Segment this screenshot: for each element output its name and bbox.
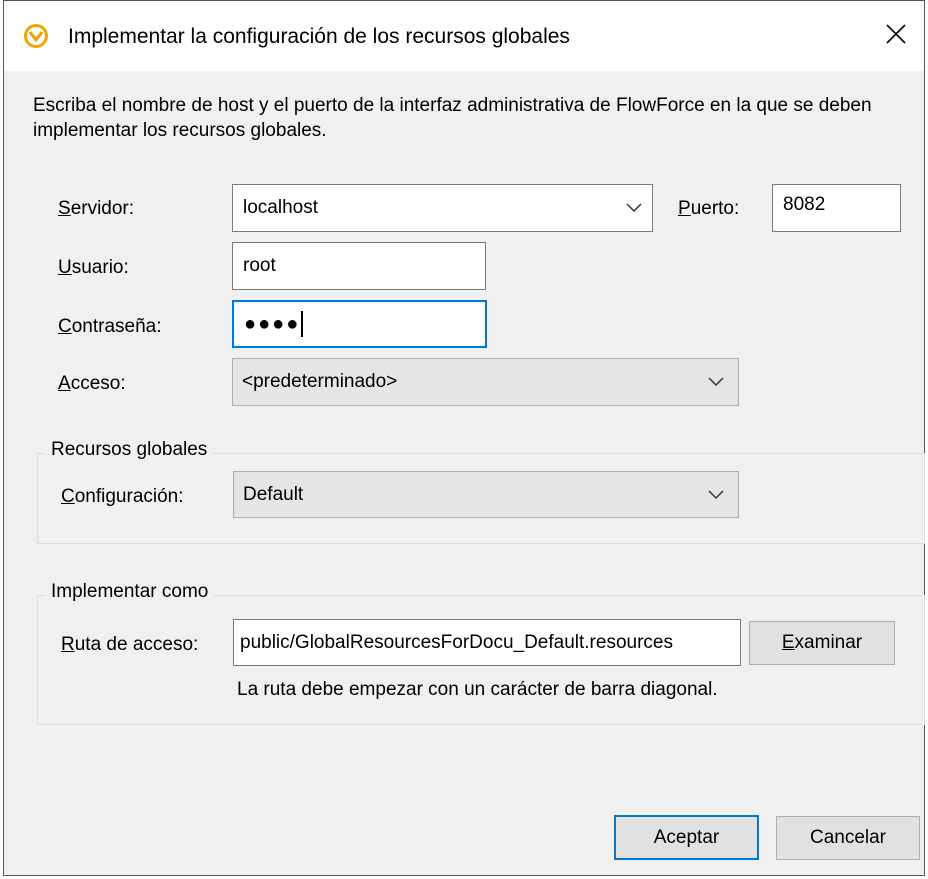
altova-app-icon [24,24,48,48]
configuration-select[interactable]: Default [233,471,739,518]
close-button[interactable] [868,1,924,67]
ok-button[interactable]: Aceptar [614,815,759,860]
password-label: Contraseña: [58,316,162,337]
server-label: Servidor: [58,198,135,219]
password-value: ●●●● [244,312,301,335]
port-value: 8082 [783,194,826,215]
server-combo[interactable]: localhost [232,184,653,232]
port-label: Puerto: [678,198,740,219]
global-resources-group-title: Recursos globales [45,439,214,461]
path-hint: La ruta debe empezar con un carácter de … [237,679,718,700]
user-input[interactable]: root [232,242,486,290]
title-bar: Implementar la configuración de los recu… [4,1,924,71]
text-caret [301,311,304,337]
path-value: public/GlobalResourcesForDocu_Default.re… [240,631,673,653]
configuration-label: Configuración: [61,486,184,507]
user-value: root [243,255,276,276]
access-value: <predeterminado> [242,371,398,392]
chevron-down-icon [708,489,724,499]
access-label: Acceso: [58,373,126,394]
close-icon [886,24,906,44]
server-value: localhost [243,197,318,218]
path-input[interactable]: public/GlobalResourcesForDocu_Default.re… [233,619,741,666]
browse-button[interactable]: Examinar [749,621,895,665]
user-label: Usuario: [58,257,129,278]
cancel-button[interactable]: Cancelar [776,816,920,860]
port-input[interactable]: 8082 [772,184,901,232]
deploy-global-resources-dialog: Implementar la configuración de los recu… [3,0,925,876]
dialog-title: Implementar la configuración de los recu… [68,25,570,48]
chevron-down-icon [708,377,724,387]
intro-text: Escriba el nombre de host y el puerto de… [33,95,872,141]
password-input[interactable]: ●●●● [232,300,487,348]
path-label: Ruta de acceso: [61,634,199,655]
chevron-down-icon[interactable] [626,203,642,213]
deploy-as-group-title: Implementar como [45,581,215,603]
configuration-value: Default [243,483,304,505]
access-select[interactable]: <predeterminado> [232,358,739,406]
